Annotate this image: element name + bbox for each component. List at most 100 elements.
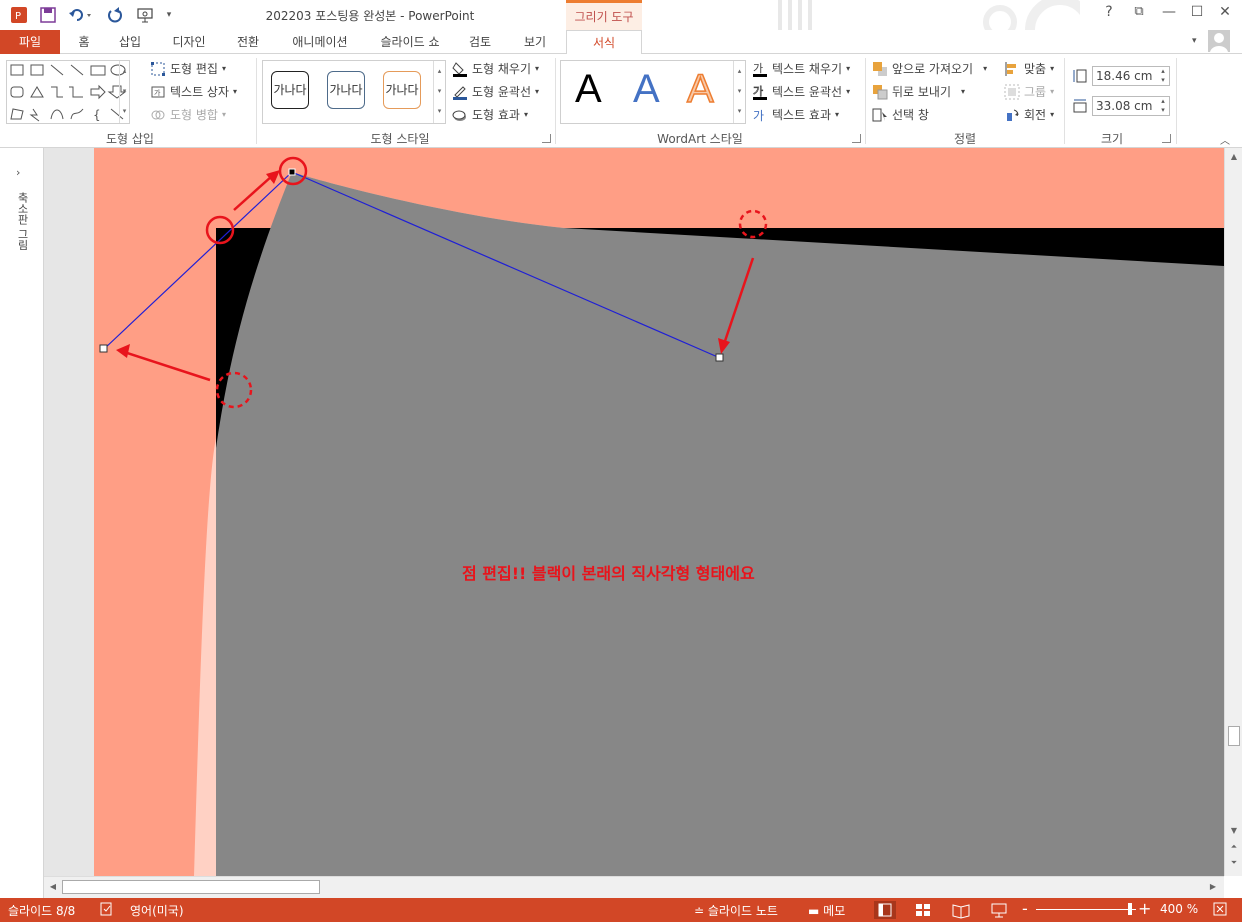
height-spinner[interactable]: ▴ ▾ (1157, 67, 1169, 85)
text-outline-icon: 가 (752, 84, 768, 100)
text-box-icon: 가 (150, 84, 166, 100)
help-button[interactable]: ? (1098, 4, 1120, 24)
close-button[interactable]: ✕ (1214, 4, 1236, 24)
group-button[interactable]: 그룹 ▾ (1004, 83, 1054, 100)
gallery-scroll[interactable]: ▴ ▾ ▾ (433, 61, 445, 123)
previous-slide-icon[interactable]: ⏶ (1227, 840, 1241, 854)
wordart-launcher[interactable] (852, 134, 861, 143)
tab-format[interactable]: 서식 (566, 30, 642, 55)
comment-icon: ▬ (808, 904, 824, 918)
slide-editor[interactable]: 점 편집!! 블랙이 본래의 직사각형 형태에요 (44, 148, 1224, 876)
proofing-icon[interactable] (100, 902, 114, 919)
notes-button[interactable]: ≐ 슬라이드 노트 (694, 902, 778, 919)
wordart-gallery-scroll[interactable]: ▴ ▾ ▾ (733, 61, 745, 123)
shape-styles-launcher[interactable] (542, 134, 551, 143)
ribbon-display-options-button[interactable]: ⧉ (1128, 4, 1150, 24)
bezier-handle-right[interactable] (715, 353, 724, 362)
merge-shapes-button[interactable]: 도형 병합 ▾ (150, 106, 226, 123)
bezier-handle-left[interactable] (99, 344, 108, 353)
expand-thumbnails-icon[interactable]: › (16, 166, 20, 179)
horizontal-scrollbar[interactable]: ◀ ▶ (44, 876, 1224, 898)
shape-styles-gallery[interactable]: 가나다 가나다 가나다 ▴ ▾ ▾ (262, 60, 446, 124)
tab-view[interactable]: 보기 (512, 30, 558, 54)
group-label-arrange: 정렬 (953, 132, 977, 146)
text-box-button[interactable]: 가 텍스트 상자 ▾ (150, 83, 237, 100)
slide-indicator: 슬라이드 8/8 (8, 904, 76, 918)
slide-canvas[interactable]: 점 편집!! 블랙이 본래의 직사각형 형태에요 (44, 148, 1224, 876)
scroll-up-icon[interactable]: ▲ (1227, 150, 1241, 164)
width-spinner[interactable]: ▴ ▾ (1157, 97, 1169, 115)
title-bar: P ▾ 202203 포스팅용 완성본 - PowerPoint 그리기 도구 … (0, 0, 1242, 30)
svg-text:가: 가 (753, 85, 763, 98)
vertical-scrollbar[interactable]: ▲ ▼ ⏶ ⏷ (1224, 148, 1242, 876)
send-backward-button[interactable]: 뒤로 보내기 ▾ (872, 83, 965, 100)
zoom-in-button[interactable]: + (1138, 899, 1151, 918)
shape-style-thumb-1[interactable]: 가나다 (271, 71, 309, 109)
comments-button[interactable]: ▬ 메모 (808, 902, 845, 919)
tab-design[interactable]: 디자인 (162, 30, 216, 54)
tab-transitions[interactable]: 전환 (228, 30, 268, 54)
reading-view-button[interactable] (950, 901, 972, 919)
minimize-button[interactable]: — (1158, 4, 1180, 24)
shape-outline-button[interactable]: 도형 윤곽선 ▾ (452, 83, 539, 100)
shape-effects-icon (452, 107, 468, 123)
size-launcher[interactable] (1162, 134, 1171, 143)
edit-point[interactable] (288, 168, 296, 176)
ribbon: { ▴ ▾ ▾ 도형 편집 ▾ 가 텍스트 상자 ▾ 도형 병합 ▾ 도형 삽입 가나다 … (0, 54, 1242, 148)
shape-style-thumb-2[interactable]: 가나다 (327, 71, 365, 109)
shape-style-thumb-3[interactable]: 가나다 (383, 71, 421, 109)
group-label-insert-shapes: 도형 삽입 (106, 132, 154, 146)
zoom-slider-thumb[interactable] (1128, 903, 1132, 915)
wordart-gallery[interactable]: A A A ▴ ▾ ▾ (560, 60, 746, 124)
account-dropdown-icon[interactable]: ▾ (1192, 36, 1197, 46)
align-button[interactable]: 맞춤 ▾ (1004, 60, 1054, 77)
wordart-style-black[interactable]: A (575, 67, 602, 112)
maximize-button[interactable]: ☐ (1186, 4, 1208, 24)
tab-review[interactable]: 검토 (460, 30, 500, 54)
avatar[interactable] (1208, 30, 1230, 52)
decorative-banner (760, 0, 1080, 30)
wordart-style-orange-outline[interactable]: A (686, 66, 714, 112)
notes-icon: ≐ (694, 904, 708, 918)
scroll-left-icon[interactable]: ◀ (46, 880, 60, 894)
vertical-scroll-thumb[interactable] (1228, 726, 1240, 746)
group-separator (555, 58, 556, 144)
tab-slide-show[interactable]: 슬라이드 쇼 (372, 30, 448, 54)
scroll-down-icon[interactable]: ▼ (1227, 824, 1241, 838)
shape-width-input[interactable]: 33.08 cm ▴ ▾ (1092, 96, 1170, 116)
annotation-text[interactable]: 점 편집!! 블랙이 본래의 직사각형 형태에요 (462, 564, 755, 583)
edit-shape-button[interactable]: 도형 편집 ▾ (150, 60, 226, 77)
edit-points-icon (150, 61, 166, 77)
tab-file[interactable]: 파일 (0, 30, 60, 54)
shape-fill-button[interactable]: 도형 채우기 ▾ (452, 60, 539, 77)
rotate-button[interactable]: 회전 ▾ (1004, 106, 1054, 123)
zoom-level[interactable]: 400 % (1160, 902, 1198, 916)
svg-text:{: { (93, 108, 101, 122)
tab-animations[interactable]: 애니메이션 (280, 30, 360, 54)
zoom-slider-track[interactable] (1036, 909, 1136, 910)
slide-sorter-view-button[interactable] (912, 901, 934, 919)
wordart-style-blue[interactable]: A (633, 67, 660, 112)
language-indicator[interactable]: 영어(미국) (130, 902, 184, 919)
slide-show-view-button[interactable] (988, 901, 1010, 919)
send-backward-icon (872, 84, 888, 100)
normal-view-button[interactable] (874, 901, 896, 919)
horizontal-scroll-thumb[interactable] (62, 880, 320, 894)
gray-shape[interactable] (216, 172, 1224, 876)
collapse-ribbon-icon[interactable]: ︿ (1220, 132, 1230, 147)
selection-pane-button[interactable]: 선택 창 (872, 106, 929, 123)
tab-insert[interactable]: 삽입 (110, 30, 150, 54)
shape-effects-button[interactable]: 도형 효과 ▾ (452, 106, 528, 123)
text-effects-button[interactable]: 가 텍스트 효과 ▾ (752, 106, 839, 123)
tab-home[interactable]: 홈 (70, 30, 98, 54)
next-slide-icon[interactable]: ⏷ (1227, 856, 1241, 870)
shape-height-input[interactable]: 18.46 cm ▴ ▾ (1092, 66, 1170, 86)
svg-text:가: 가 (753, 62, 763, 75)
text-outline-button[interactable]: 가 텍스트 윤곽선 ▾ (752, 83, 850, 100)
shapes-gallery[interactable]: { ▴ ▾ ▾ (6, 60, 130, 124)
zoom-out-button[interactable]: - (1022, 899, 1028, 918)
fit-slide-icon[interactable] (1212, 901, 1228, 920)
bring-forward-button[interactable]: 앞으로 가져오기 ▾ (872, 60, 987, 77)
text-fill-button[interactable]: 가 텍스트 채우기 ▾ (752, 60, 850, 77)
scroll-right-icon[interactable]: ▶ (1206, 880, 1220, 894)
